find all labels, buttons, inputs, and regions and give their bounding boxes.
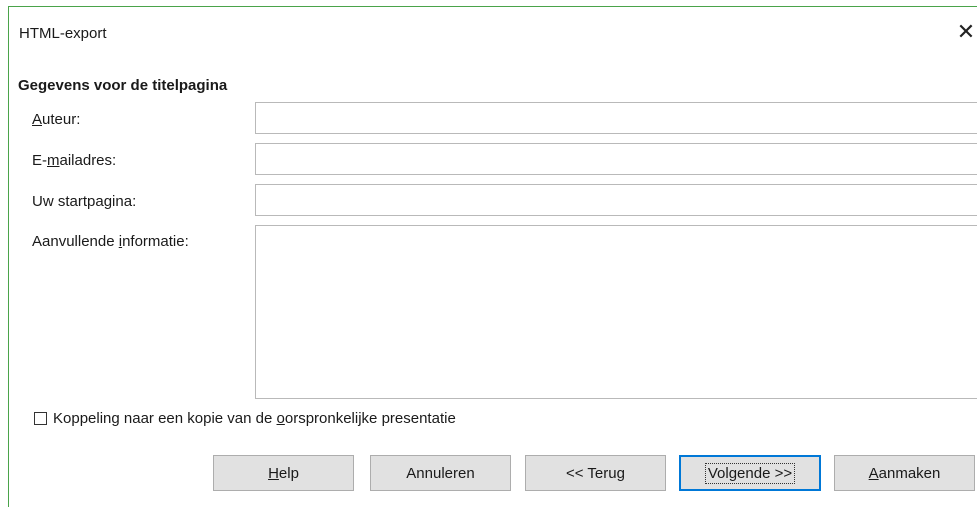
- next-button-label: Volgende >>: [704, 462, 796, 484]
- homepage-input[interactable]: [255, 184, 977, 216]
- email-label: E-mailadres:: [32, 152, 117, 169]
- link-original-checkbox-row[interactable]: Koppeling naar een kopie van de oorspron…: [34, 410, 456, 427]
- close-icon[interactable]: ✕: [955, 17, 977, 47]
- window-title: HTML-export: [19, 25, 107, 42]
- next-button[interactable]: Volgende >>: [679, 455, 821, 491]
- section-title: Gegevens voor de titelpagina: [18, 77, 228, 94]
- link-original-checkbox[interactable]: [34, 412, 47, 425]
- homepage-label: Uw startpagina:: [32, 193, 137, 210]
- title-bar: HTML-export ✕: [9, 7, 977, 57]
- cancel-button[interactable]: Annuleren: [370, 455, 511, 491]
- info-textarea[interactable]: [255, 225, 977, 399]
- author-input[interactable]: [255, 102, 977, 134]
- link-original-label: Koppeling naar een kopie van de oorspron…: [53, 410, 456, 427]
- html-export-dialog: HTML-export ✕ Gegevens voor de titelpagi…: [8, 6, 977, 507]
- author-label: Auteur:: [32, 111, 81, 128]
- back-button[interactable]: << Terug: [525, 455, 666, 491]
- create-button[interactable]: Aanmaken: [834, 455, 975, 491]
- email-input[interactable]: [255, 143, 977, 175]
- help-button[interactable]: Help: [213, 455, 354, 491]
- info-label: Aanvullende informatie:: [32, 233, 189, 250]
